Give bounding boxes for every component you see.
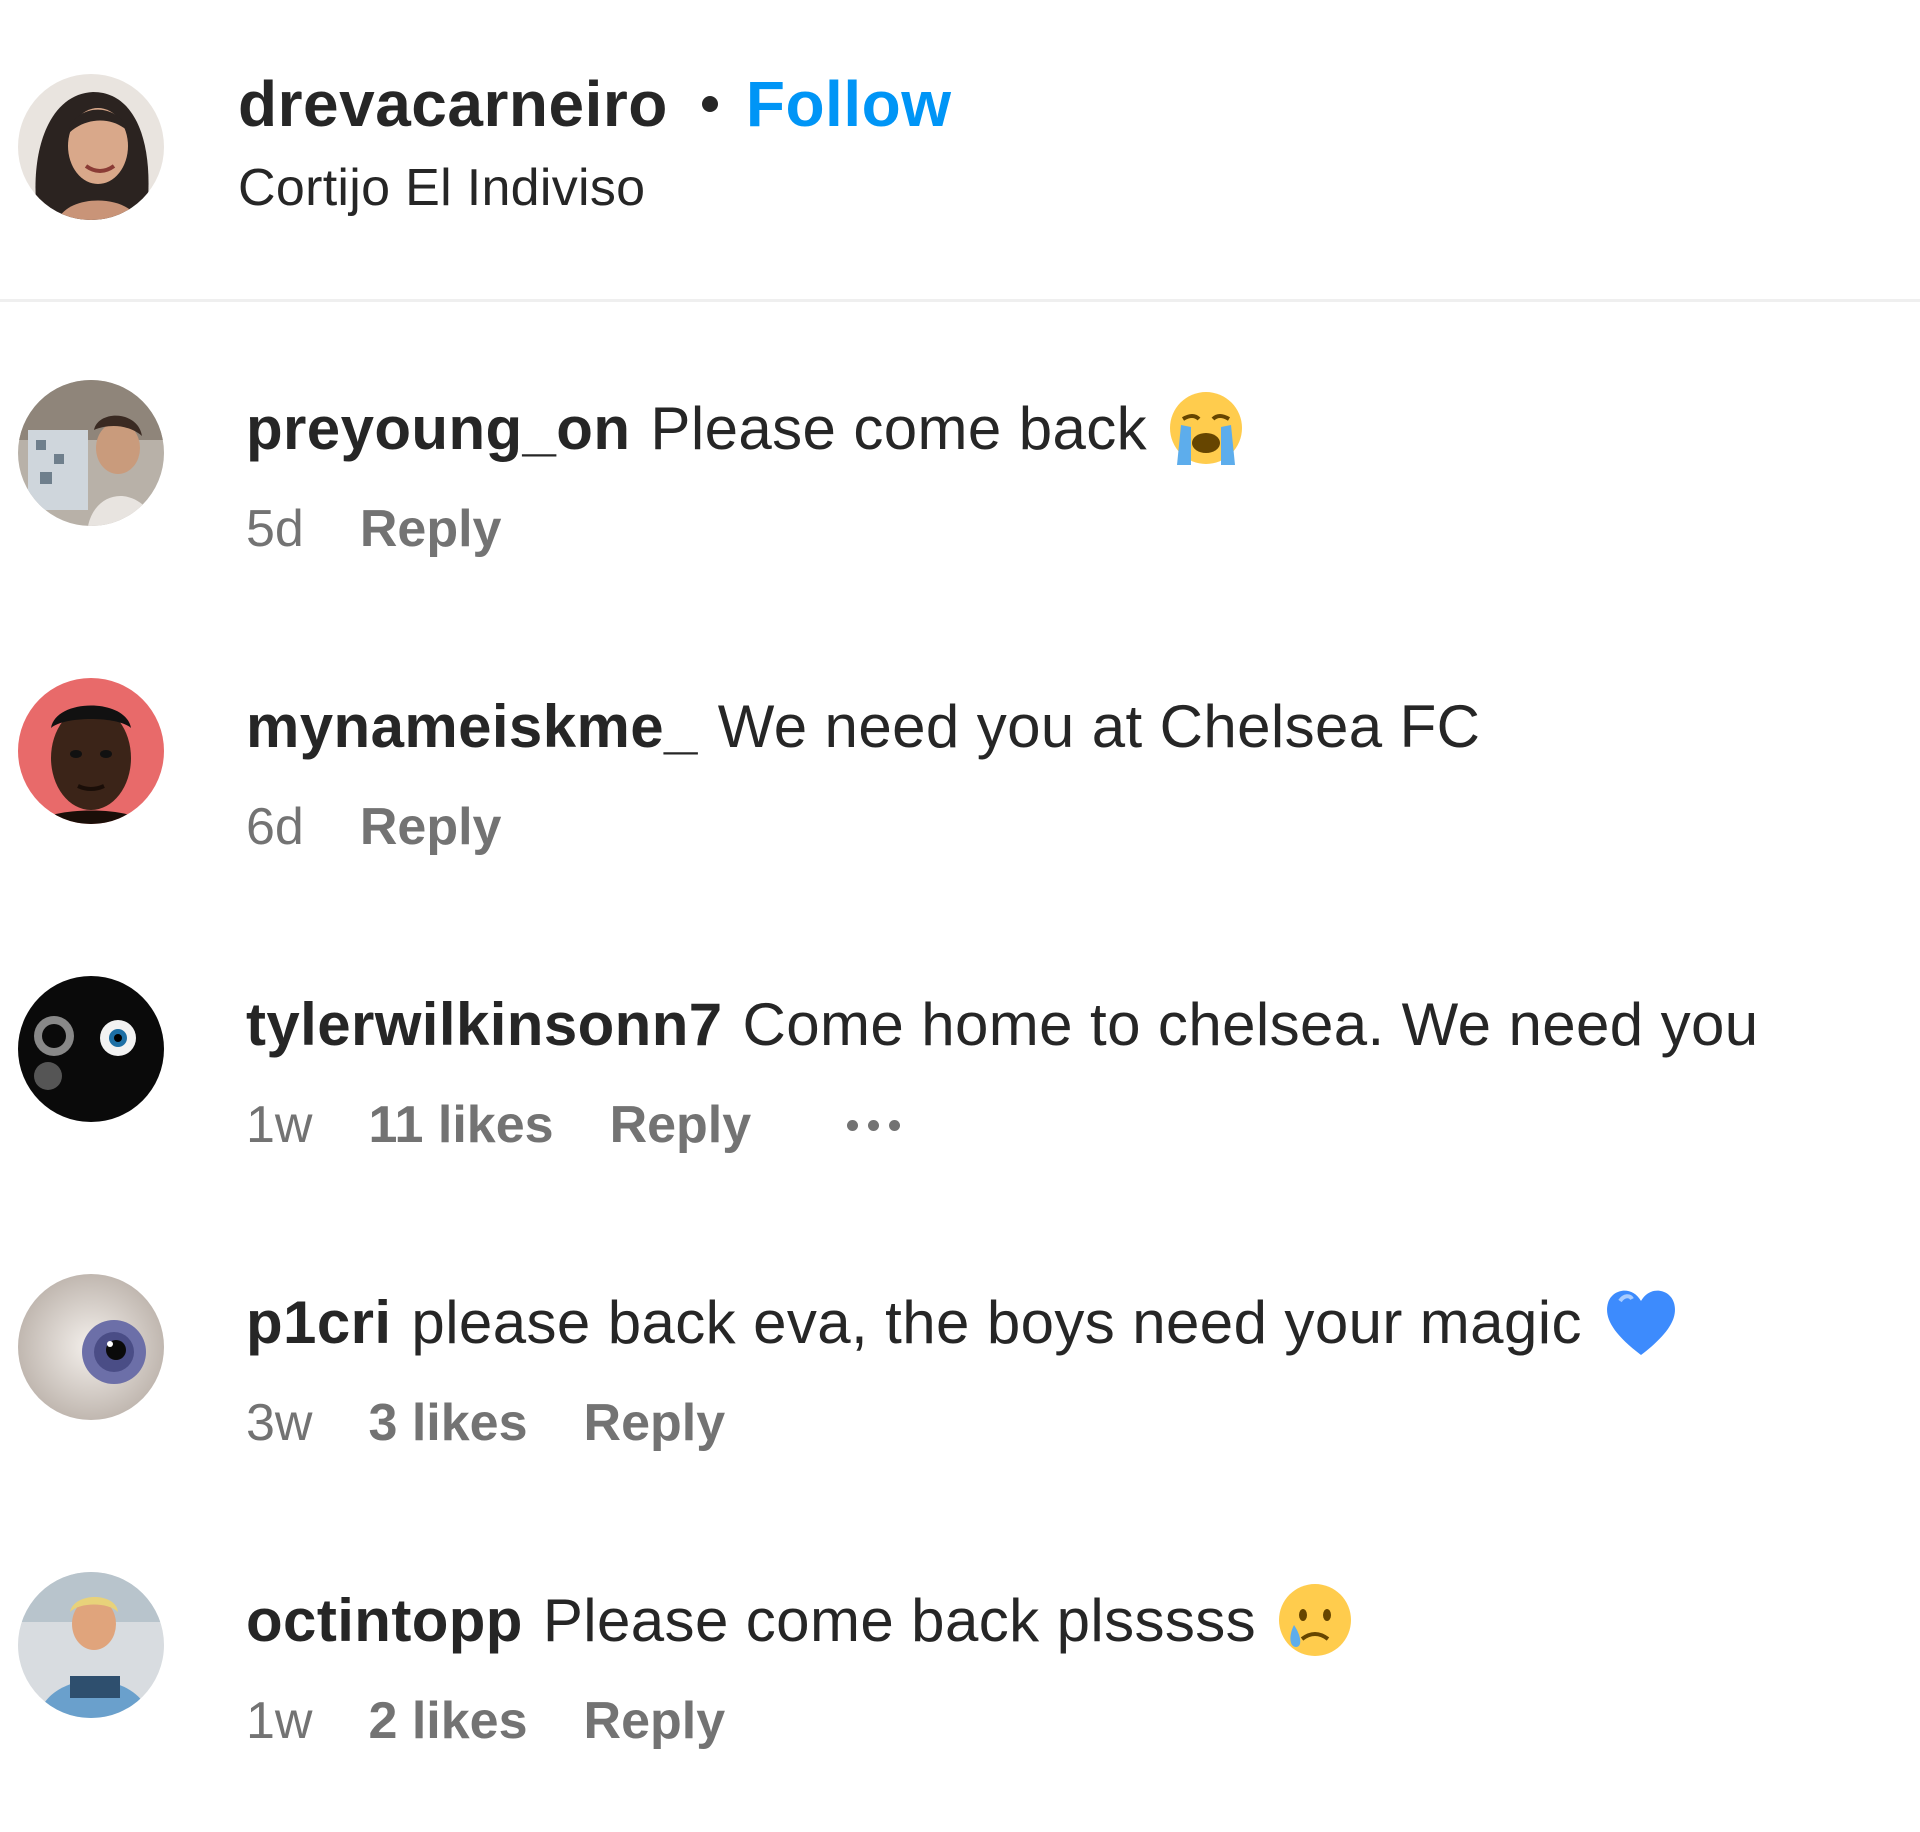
comment-body: tylerwilkinsonn7 Come home to chelsea. W… <box>246 976 1759 1160</box>
comment-item: p1cri please back eva, the boys need you… <box>0 1274 1920 1534</box>
comment-username[interactable]: tylerwilkinsonn7 <box>246 990 723 1059</box>
comment-text: Please come back plsssss <box>542 1586 1257 1654</box>
comment-item: mynameiskme_ We need you at Chelsea FC 6… <box>0 678 1920 938</box>
comment-likes[interactable]: 2 likes <box>368 1691 527 1751</box>
comment-line: p1cri please back eva, the boys need you… <box>246 1274 1680 1370</box>
follow-button[interactable]: Follow <box>746 67 952 141</box>
comment-item: preyoung_on Please come back 5d Reply <box>0 380 1920 640</box>
comment-time[interactable]: 1w <box>246 1095 312 1155</box>
commenter-avatar[interactable] <box>18 1572 164 1718</box>
comment-text: We need you at Chelsea FC <box>717 692 1481 760</box>
author-line: drevacarneiro Follow <box>238 64 951 144</box>
comment-line: preyoung_on Please come back <box>246 380 1245 476</box>
comment-body: p1cri please back eva, the boys need you… <box>246 1274 1680 1458</box>
comment-text: Please come back <box>650 394 1148 462</box>
reply-button[interactable]: Reply <box>360 499 502 559</box>
dot <box>868 1119 880 1131</box>
crying-face-icon <box>1276 1581 1354 1659</box>
reply-button[interactable]: Reply <box>584 1691 726 1751</box>
author-avatar[interactable] <box>18 74 164 220</box>
comment-meta: 6d Reply <box>246 792 1480 862</box>
reply-button[interactable]: Reply <box>584 1393 726 1453</box>
commenter-avatar[interactable] <box>18 678 164 824</box>
comment-meta: 5d Reply <box>246 494 1245 564</box>
comment-body: mynameiskme_ We need you at Chelsea FC 6… <box>246 678 1480 862</box>
comment-meta: 1w 2 likes Reply <box>246 1686 1354 1756</box>
comment-likes[interactable]: 11 likes <box>368 1095 553 1155</box>
more-options-icon[interactable] <box>847 1105 901 1145</box>
comment-text: Come home to chelsea. We need you <box>742 990 1759 1058</box>
blue-heart-icon <box>1602 1283 1680 1361</box>
comment-time[interactable]: 1w <box>246 1691 312 1751</box>
author-username[interactable]: drevacarneiro <box>238 67 668 141</box>
comment-line: mynameiskme_ We need you at Chelsea FC <box>246 678 1480 774</box>
reply-button[interactable]: Reply <box>610 1095 752 1155</box>
dot <box>889 1119 901 1131</box>
post-location[interactable]: Cortijo El Indiviso <box>238 158 951 218</box>
comment-item: octintopp Please come back plsssss 1w 2 … <box>0 1572 1920 1832</box>
comment-username[interactable]: p1cri <box>246 1288 391 1357</box>
comment-meta: 3w 3 likes Reply <box>246 1388 1680 1458</box>
comment-likes[interactable]: 3 likes <box>368 1393 527 1453</box>
comment-time[interactable]: 5d <box>246 499 304 559</box>
comment-time[interactable]: 3w <box>246 1393 312 1453</box>
commenter-avatar[interactable] <box>18 380 164 526</box>
comment-text: please back eva, the boys need your magi… <box>411 1288 1582 1356</box>
post-header-text: drevacarneiro Follow Cortijo El Indiviso <box>238 64 951 218</box>
commenter-avatar[interactable] <box>18 976 164 1122</box>
comment-body: octintopp Please come back plsssss 1w 2 … <box>246 1572 1354 1756</box>
comment-body: preyoung_on Please come back 5d Reply <box>246 380 1245 564</box>
commenter-avatar[interactable] <box>18 1274 164 1420</box>
reply-button[interactable]: Reply <box>360 797 502 857</box>
post-header: drevacarneiro Follow Cortijo El Indiviso <box>0 0 1920 302</box>
separator-dot <box>701 96 718 112</box>
comment-time[interactable]: 6d <box>246 797 304 857</box>
loudly-crying-face-icon <box>1167 389 1245 467</box>
comment-username[interactable]: mynameiskme_ <box>246 692 698 761</box>
comment-line: octintopp Please come back plsssss <box>246 1572 1354 1668</box>
comment-line: tylerwilkinsonn7 Come home to chelsea. W… <box>246 976 1759 1072</box>
comment-username[interactable]: preyoung_on <box>246 394 630 463</box>
comment-username[interactable]: octintopp <box>246 1586 523 1655</box>
comment-item: tylerwilkinsonn7 Come home to chelsea. W… <box>0 976 1920 1236</box>
comment-meta: 1w 11 likes Reply <box>246 1090 1759 1160</box>
dot <box>847 1119 859 1131</box>
